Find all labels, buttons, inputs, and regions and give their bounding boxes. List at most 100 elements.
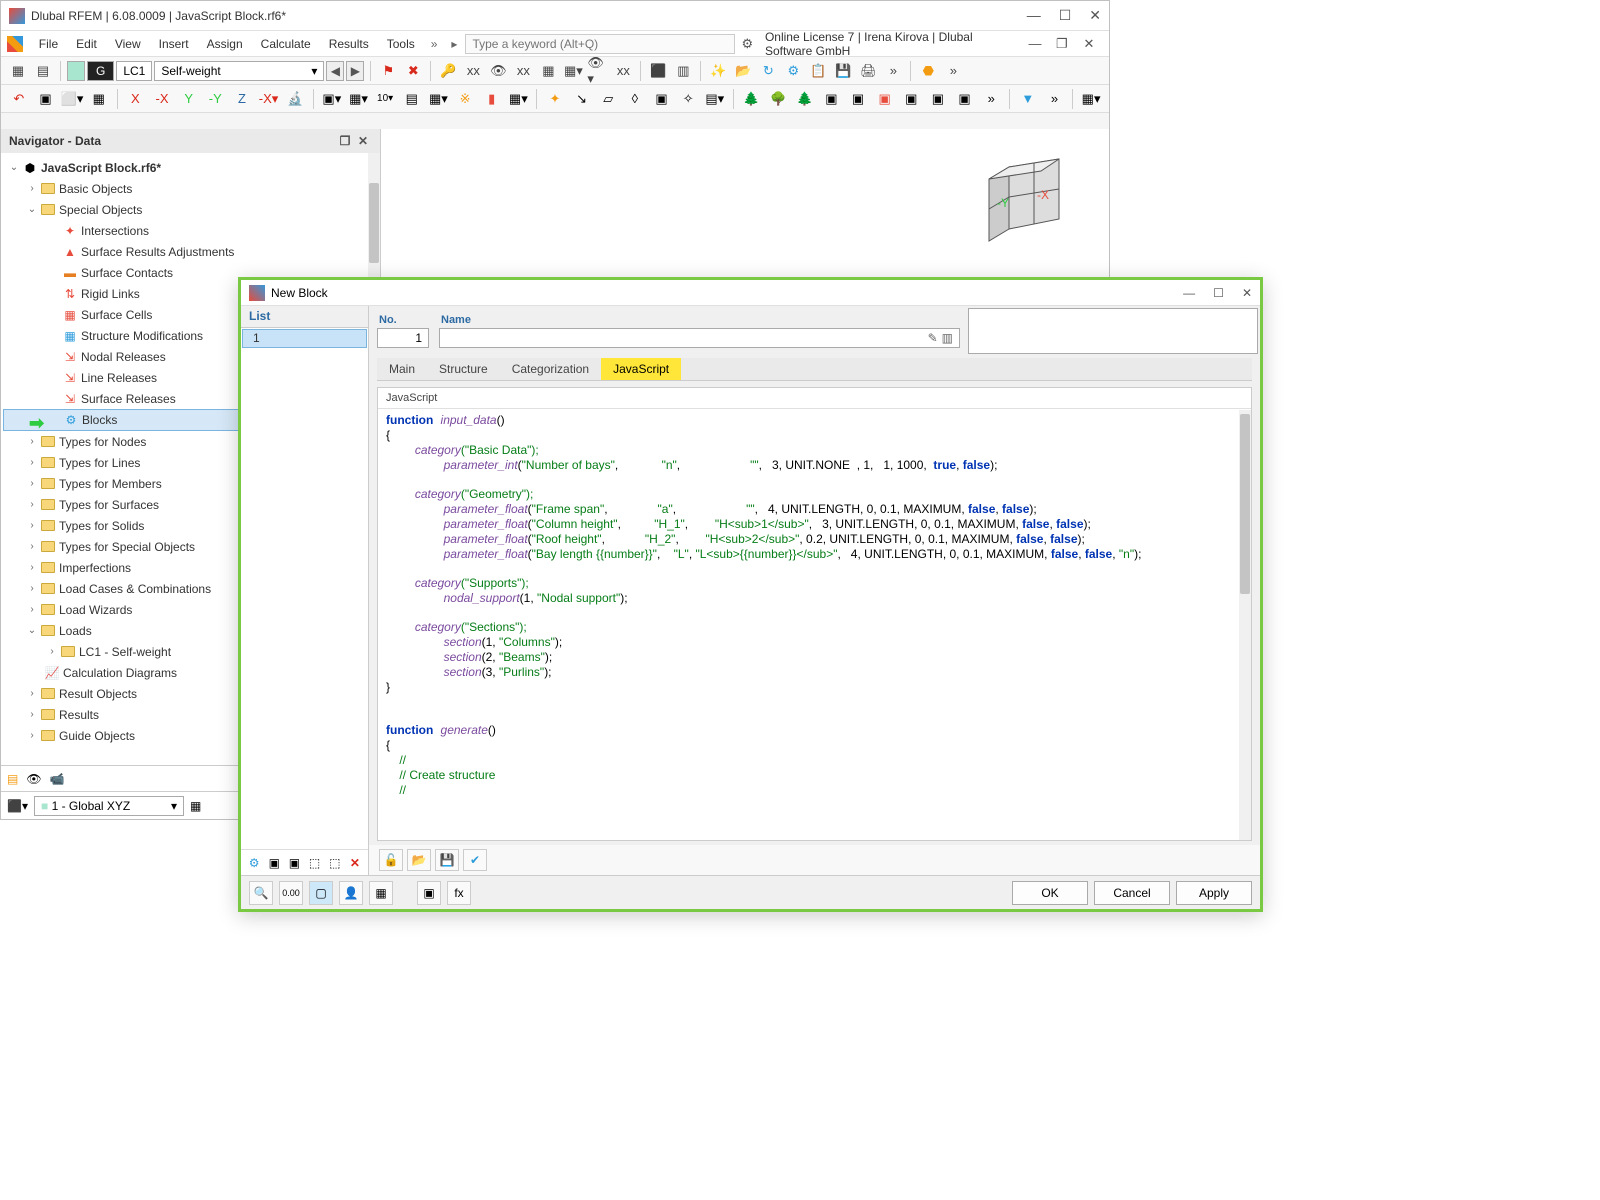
- t2-g1-icon[interactable]: ▣▾: [320, 88, 344, 110]
- t2-overflow-icon[interactable]: »: [979, 88, 1003, 110]
- t2-h3-icon[interactable]: ▱: [596, 88, 620, 110]
- coord-icon[interactable]: ⬛▾: [7, 799, 28, 813]
- tree-intersections[interactable]: ✦Intersections: [3, 220, 378, 241]
- t2-g8-icon[interactable]: ▦▾: [507, 88, 531, 110]
- coord-selector[interactable]: ■ 1 - Global XYZ▾: [34, 796, 184, 816]
- menu-insert[interactable]: Insert: [151, 35, 197, 53]
- tab-javascript[interactable]: JavaScript: [601, 358, 681, 380]
- menu-overflow-icon[interactable]: »: [425, 37, 444, 51]
- menu-calculate[interactable]: Calculate: [253, 35, 319, 53]
- t2-h5-icon[interactable]: ▣: [650, 88, 674, 110]
- ftr-2-icon[interactable]: 0.00: [279, 881, 303, 905]
- ftr-1-icon[interactable]: 🔍: [249, 881, 273, 905]
- cancel-button[interactable]: Cancel: [1094, 881, 1170, 905]
- t2-h1-icon[interactable]: ✦: [543, 88, 567, 110]
- code-editor[interactable]: JavaScript function input_data() { categ…: [377, 387, 1252, 841]
- name-field[interactable]: ✎▥: [439, 328, 960, 348]
- t2-h6-icon[interactable]: ✧: [676, 88, 700, 110]
- t2-j1-icon[interactable]: ▼: [1016, 88, 1040, 110]
- tb-overflow2-icon[interactable]: »: [942, 60, 964, 82]
- nav-undock-icon[interactable]: ❐: [336, 134, 354, 148]
- tree-surface-results[interactable]: ▲Surface Results Adjustments: [3, 241, 378, 262]
- t2-i3-icon[interactable]: 🌲: [793, 88, 817, 110]
- t2-i8-icon[interactable]: ▣: [926, 88, 950, 110]
- mdi-close-icon[interactable]: ✕: [1083, 36, 1099, 52]
- tb-e4-icon[interactable]: ⚙: [782, 60, 804, 82]
- tab-main[interactable]: Main: [377, 358, 427, 380]
- ok-button[interactable]: OK: [1012, 881, 1088, 905]
- list-tb3-icon[interactable]: ▣: [285, 853, 303, 873]
- t2-g5-icon[interactable]: ▦▾: [427, 88, 451, 110]
- nav-tab-eye-icon[interactable]: 👁: [26, 772, 41, 786]
- coord-edit-icon[interactable]: ▦: [190, 799, 201, 813]
- view-cube-icon[interactable]: -Y -X: [979, 149, 1079, 249]
- t2-g7-icon[interactable]: ▮: [480, 88, 504, 110]
- t2-h2-icon[interactable]: ↘: [570, 88, 594, 110]
- dlg-minimize-icon[interactable]: —: [1183, 286, 1195, 300]
- t2-micro-icon[interactable]: 🔬: [283, 88, 307, 110]
- lc-next-icon[interactable]: ▶: [346, 61, 364, 81]
- ftr-3-icon[interactable]: ▢: [309, 881, 333, 905]
- minimize-icon[interactable]: —: [1027, 7, 1041, 24]
- tb-e1-icon[interactable]: ✨: [707, 60, 729, 82]
- list-tb2-icon[interactable]: ▣: [265, 853, 283, 873]
- ftr-5-icon[interactable]: ▦: [369, 881, 393, 905]
- maximize-icon[interactable]: ☐: [1059, 7, 1072, 24]
- code-save-icon[interactable]: 💾: [435, 849, 459, 871]
- tb-d1-icon[interactable]: ⬛: [647, 60, 669, 82]
- t2-i6-icon[interactable]: ▣: [873, 88, 897, 110]
- tb-c8-icon[interactable]: xx: [612, 60, 634, 82]
- ftr-7-icon[interactable]: fx: [447, 881, 471, 905]
- tb-flagx-icon[interactable]: ✖: [402, 60, 424, 82]
- tb-c7-icon[interactable]: 👁▾: [587, 60, 609, 82]
- list-delete-icon[interactable]: ✕: [346, 853, 364, 873]
- ftr-6-icon[interactable]: ▣: [417, 881, 441, 905]
- no-field[interactable]: 1: [377, 328, 429, 348]
- tb-e2-icon[interactable]: 📂: [732, 60, 754, 82]
- nav-tab-data-icon[interactable]: ▤: [7, 772, 18, 786]
- name-edit-icon[interactable]: ✎: [928, 331, 938, 345]
- mdi-min-icon[interactable]: —: [1028, 36, 1044, 51]
- tb-f1-icon[interactable]: ⬣: [917, 60, 939, 82]
- tb-save-icon[interactable]: 💾: [832, 60, 854, 82]
- t2-z-icon[interactable]: Z: [230, 88, 254, 110]
- tb-c5-icon[interactable]: ▦: [537, 60, 559, 82]
- tree-basic-objects[interactable]: ›Basic Objects: [3, 178, 378, 199]
- t2-h7-icon[interactable]: ▤▾: [703, 88, 727, 110]
- menu-view[interactable]: View: [107, 35, 149, 53]
- apply-button[interactable]: Apply: [1176, 881, 1252, 905]
- code-open-icon[interactable]: 📂: [407, 849, 431, 871]
- tb-c2-icon[interactable]: xx: [462, 60, 484, 82]
- t2-grid-icon[interactable]: ▦: [87, 88, 111, 110]
- dlg-maximize-icon[interactable]: ☐: [1213, 286, 1224, 300]
- t2-x-icon[interactable]: X: [124, 88, 148, 110]
- tb-b-icon[interactable]: ▤: [32, 60, 54, 82]
- tb-e5-icon[interactable]: 📋: [807, 60, 829, 82]
- t2-nx2-icon[interactable]: -X▾: [257, 88, 281, 110]
- t2-g2-icon[interactable]: ▦▾: [347, 88, 371, 110]
- lc-selector[interactable]: Self-weight▾: [154, 61, 324, 81]
- tab-categorization[interactable]: Categorization: [500, 358, 601, 380]
- t2-i9-icon[interactable]: ▣: [953, 88, 977, 110]
- t2-g6-icon[interactable]: ※: [453, 88, 477, 110]
- menu-tools[interactable]: Tools: [379, 35, 423, 53]
- list-tb4-icon[interactable]: ⬚: [306, 853, 324, 873]
- t2-ny-icon[interactable]: -Y: [203, 88, 227, 110]
- code-scrollbar[interactable]: [1239, 410, 1251, 840]
- t2-j2-icon[interactable]: »: [1043, 88, 1067, 110]
- tb-c1-icon[interactable]: 🔑: [437, 60, 459, 82]
- t2-g4-icon[interactable]: ▤: [400, 88, 424, 110]
- list-tb1-icon[interactable]: ⚙: [245, 853, 263, 873]
- menu-dropdown-icon[interactable]: ▸: [445, 37, 463, 51]
- list-tb5-icon[interactable]: ⬚: [326, 853, 344, 873]
- code-content[interactable]: function input_data() { category("Basic …: [378, 409, 1251, 802]
- name-book-icon[interactable]: ▥: [942, 331, 953, 345]
- code-check-icon[interactable]: ✔: [463, 849, 487, 871]
- menu-assign[interactable]: Assign: [199, 35, 251, 53]
- search-settings-icon[interactable]: ⚙: [741, 36, 757, 52]
- dlg-close-icon[interactable]: ✕: [1242, 286, 1252, 300]
- tb-overflow1-icon[interactable]: »: [882, 60, 904, 82]
- tab-structure[interactable]: Structure: [427, 358, 500, 380]
- t2-i2-icon[interactable]: 🌳: [766, 88, 790, 110]
- t2-undo-icon[interactable]: ↶: [7, 88, 31, 110]
